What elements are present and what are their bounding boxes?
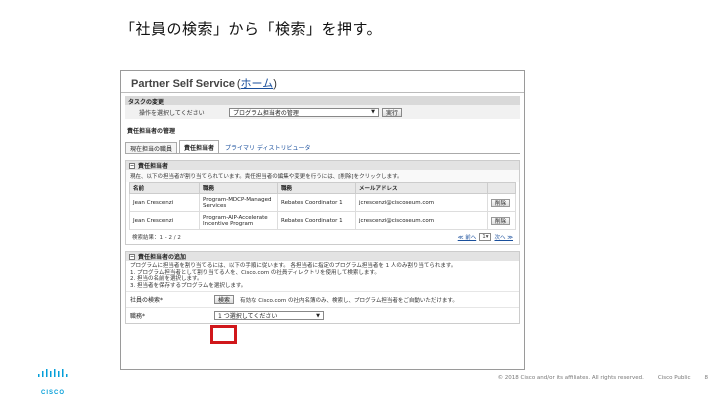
cisco-logo: CISCO bbox=[36, 368, 70, 396]
home-link-wrapper: (ホーム) bbox=[237, 78, 277, 90]
cell-program: Program-AIP-Accelerate Incentive Program bbox=[199, 211, 278, 230]
pager: 検索結果：1 - 2 / 2 ≪ 前へ 1 ▾ 次へ ≫ bbox=[126, 230, 519, 244]
search-hint: 有効な Cisco.com の社内名簿のみ、検索し、プログラム担当者をご自動いた… bbox=[240, 297, 458, 304]
footer-label: Cisco Public bbox=[657, 375, 691, 381]
responsible-section-header: − 責任担当者 bbox=[126, 161, 519, 170]
page-number: 8 bbox=[704, 375, 709, 381]
responsible-description: 現在、以下の担当者が割り当てられています。責任担当者の編集や変更を行うには、[削… bbox=[126, 170, 519, 182]
cell-program: Program-MDCP-Managed Services bbox=[199, 193, 278, 212]
chevron-down-icon: ▼ bbox=[316, 312, 320, 319]
next-page-link[interactable]: 次へ ≫ bbox=[494, 233, 513, 241]
tab-primary-distributor[interactable]: プライマリ ディストリビュータ bbox=[221, 142, 315, 153]
add-section-title: 責任担当者の追加 bbox=[138, 254, 187, 261]
management-header: 責任担当者の管理 bbox=[127, 128, 176, 135]
cell-email: jcrescenzi@ciscoseum.com bbox=[355, 211, 488, 230]
add-instructions: プログラムに担当者を割り当てるには、以下の手順に従います。 各担当者に指定のプロ… bbox=[126, 261, 519, 291]
cisco-bridge-icon bbox=[38, 369, 68, 377]
role-select-value: 1 つ選択してください bbox=[218, 313, 278, 320]
column-header bbox=[487, 182, 516, 194]
add-section: − 責任担当者の追加 プログラムに担当者を割り当てるには、以下の手順に従います。… bbox=[125, 251, 520, 324]
task-header: タスクの変更 bbox=[125, 96, 520, 106]
cell-name: Jean Crescenzi bbox=[129, 193, 200, 212]
app-title: Partner Self Service bbox=[131, 78, 235, 90]
employee-search-label: 社員の検索* bbox=[130, 297, 164, 304]
task-select-value: プログラム担当者の管理 bbox=[233, 109, 299, 117]
cisco-logo-text: CISCO bbox=[40, 390, 65, 396]
table-row: Jean Crescenzi Program-MDCP-Managed Serv… bbox=[129, 193, 516, 212]
result-count: 検索結果：1 - 2 / 2 bbox=[132, 235, 181, 241]
table-header-row: 名前 職務 職務 メールアドレス bbox=[129, 182, 516, 194]
table-row: Jean Crescenzi Program-AIP-Accelerate In… bbox=[129, 211, 516, 230]
column-header: 名前 bbox=[129, 182, 200, 194]
instruction-line: 3. 担当者を保存するプログラムを選択します。 bbox=[130, 282, 247, 289]
chevron-down-icon: ▾ bbox=[485, 234, 489, 240]
search-button[interactable]: 検索 bbox=[214, 295, 235, 304]
home-link[interactable]: ホーム bbox=[241, 78, 274, 90]
column-header: 職務 bbox=[277, 182, 356, 194]
cell-action: 削除 bbox=[487, 211, 516, 230]
collapse-icon[interactable]: − bbox=[129, 253, 135, 260]
task-select[interactable]: プログラム担当者の管理 ▼ bbox=[229, 107, 379, 117]
home-close-paren: ) bbox=[273, 78, 277, 90]
app-screenshot: Partner Self Service (ホーム) タスクの変更 操作を選択し… bbox=[120, 70, 525, 370]
column-header: 職務 bbox=[199, 182, 278, 194]
responsible-section-title: 責任担当者 bbox=[138, 163, 169, 170]
delete-button[interactable]: 削除 bbox=[491, 198, 511, 207]
footer-copyright: © 2018 Cisco and/or its affiliates. All … bbox=[497, 375, 644, 381]
column-header: メールアドレス bbox=[355, 182, 488, 194]
cell-action: 削除 bbox=[487, 193, 516, 212]
tab-bar: 現在担当の職員 責任担当者 プライマリ ディストリビュータ bbox=[125, 140, 520, 154]
chevron-down-icon: ▼ bbox=[371, 109, 375, 115]
role-label: 職務* bbox=[130, 313, 146, 320]
slide-footer: © 2018 Cisco and/or its affiliates. All … bbox=[498, 375, 708, 381]
role-select[interactable]: 1 つ選択してください ▼ bbox=[214, 311, 324, 320]
task-label: 操作を選択してください bbox=[139, 109, 205, 117]
prev-page-link[interactable]: ≪ 前へ bbox=[458, 233, 477, 241]
cell-role: Rebates Coordinator 1 bbox=[277, 211, 356, 230]
cell-email: jcrescenzi@ciscoseum.com bbox=[355, 193, 488, 212]
go-button[interactable]: 実行 bbox=[382, 107, 403, 117]
cell-name: Jean Crescenzi bbox=[129, 211, 200, 230]
responsible-section: − 責任担当者 現在、以下の担当者が割り当てられています。責任担当者の編集や変更… bbox=[125, 160, 520, 245]
tab-responsible[interactable]: 責任担当者 bbox=[179, 140, 220, 153]
pager-controls: ≪ 前へ 1 ▾ 次へ ≫ bbox=[458, 233, 513, 241]
add-section-header: − 責任担当者の追加 bbox=[126, 252, 519, 261]
cell-role: Rebates Coordinator 1 bbox=[277, 193, 356, 212]
search-button-highlight bbox=[210, 325, 237, 344]
tab-current-staff[interactable]: 現在担当の職員 bbox=[125, 142, 178, 153]
delete-button[interactable]: 削除 bbox=[491, 216, 511, 225]
collapse-icon[interactable]: − bbox=[129, 162, 135, 169]
slide-title: 「社員の検索」から「検索」を押す。 bbox=[120, 20, 383, 38]
responsible-table: 名前 職務 職務 メールアドレス Jean Crescenzi Program-… bbox=[129, 182, 516, 230]
page-select[interactable]: 1 ▾ bbox=[479, 233, 492, 241]
role-row: 職務* 1 つ選択してください ▼ bbox=[126, 307, 519, 323]
employee-search-row: 社員の検索* 検索 有効な Cisco.com の社内名簿のみ、検索し、プログラ… bbox=[126, 291, 519, 307]
task-row: 操作を選択してください プログラム担当者の管理 ▼ 実行 bbox=[125, 105, 520, 119]
app-header: Partner Self Service (ホーム) bbox=[121, 71, 524, 93]
